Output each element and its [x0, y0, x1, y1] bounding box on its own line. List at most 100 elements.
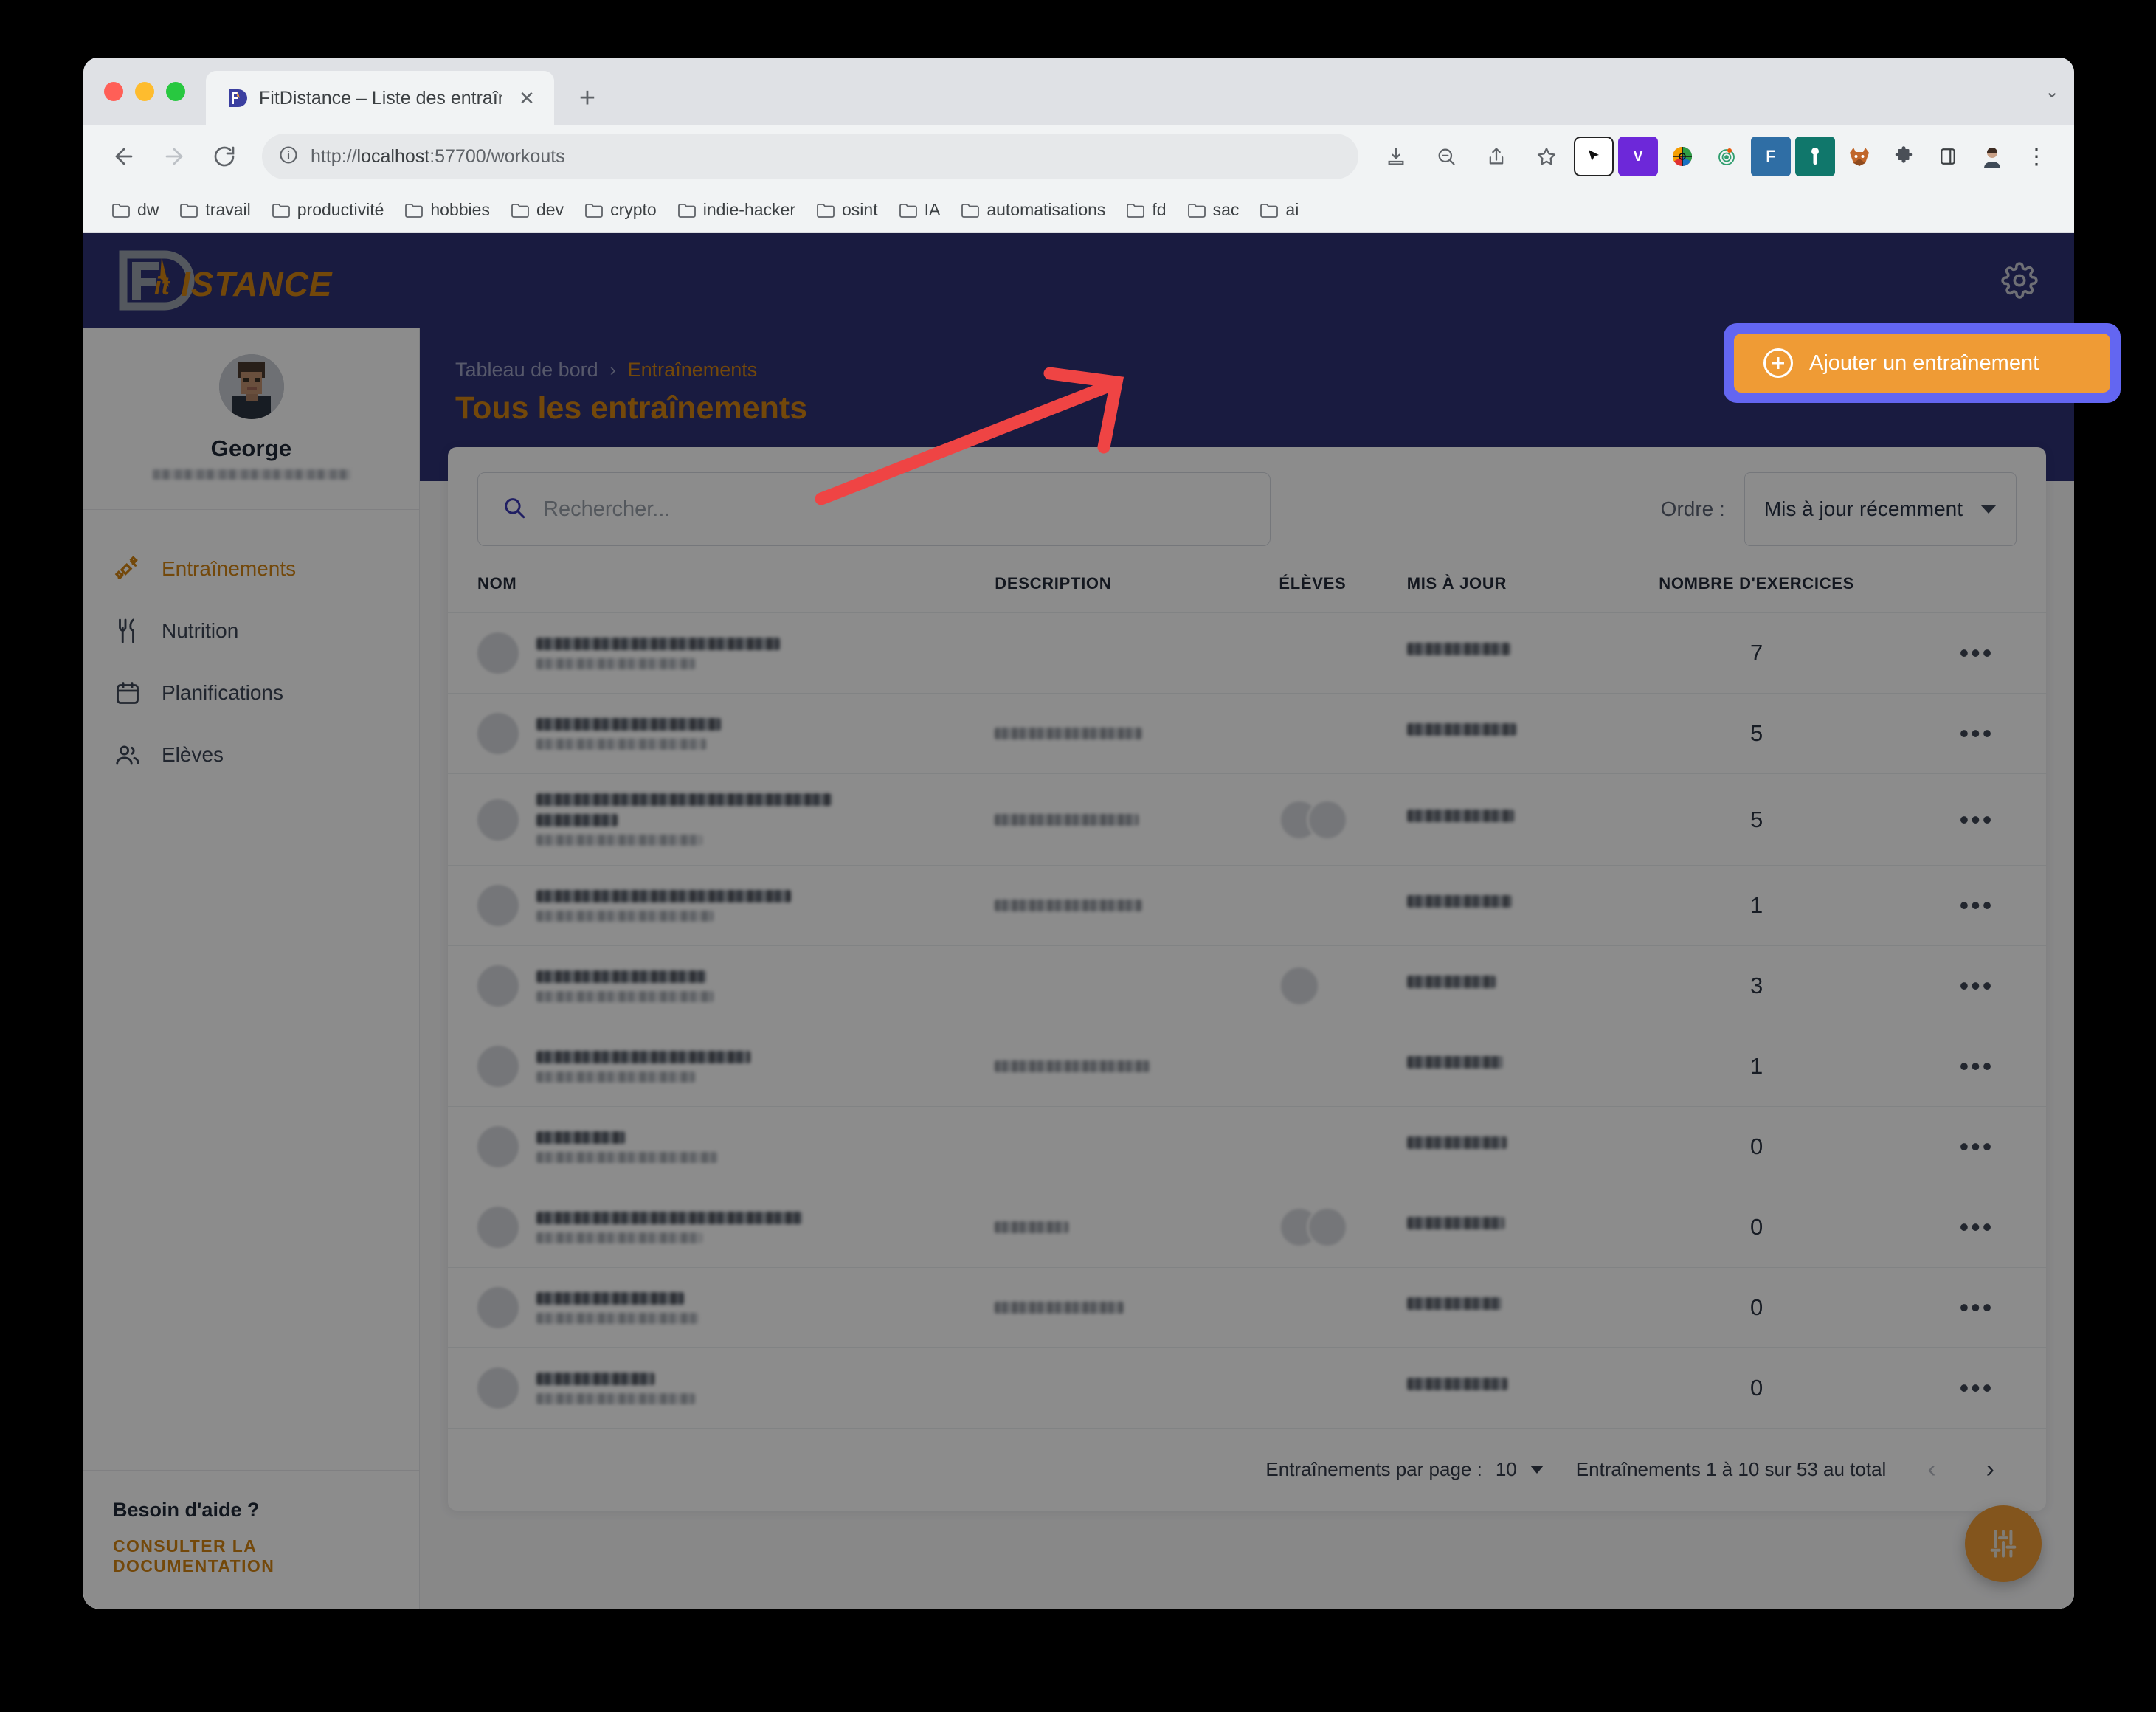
row-menu-button[interactable]: ••• — [1960, 718, 1994, 748]
row-menu-button[interactable]: ••• — [1960, 890, 1994, 920]
row-menu-button[interactable]: ••• — [1960, 1212, 1994, 1242]
bookmark-item[interactable]: hobbies — [395, 196, 499, 224]
minimize-window-button[interactable] — [135, 82, 154, 101]
cell-mis-a-jour — [1406, 945, 1606, 1026]
table-row[interactable]: 3 ••• — [448, 945, 2046, 1026]
row-menu-button[interactable]: ••• — [1960, 1292, 1994, 1322]
address-bar[interactable]: http://localhost:57700/workouts — [262, 134, 1358, 179]
site-info-icon[interactable] — [278, 145, 299, 169]
table-row[interactable]: 1 ••• — [448, 1026, 2046, 1107]
zoom-out-icon[interactable] — [1423, 134, 1469, 179]
bookmark-item[interactable]: automatisations — [952, 196, 1114, 224]
workout-name-cell — [477, 1207, 995, 1248]
search-input[interactable]: Rechercher... — [477, 472, 1271, 546]
gear-icon[interactable] — [1997, 258, 2042, 303]
table-row[interactable]: 0 ••• — [448, 1106, 2046, 1187]
next-page-button[interactable]: › — [1977, 1455, 2003, 1484]
table-row[interactable]: 7 ••• — [448, 612, 2046, 694]
profile-avatar-icon[interactable] — [1972, 137, 2012, 176]
row-menu-button[interactable]: ••• — [1960, 638, 1994, 668]
sidebar-item-nutrition[interactable]: Nutrition — [83, 600, 419, 662]
cursor-extension-icon[interactable] — [1574, 137, 1614, 176]
chrome-menu-icon[interactable]: ⋮ — [2017, 137, 2056, 176]
eleve-avatar[interactable] — [1307, 1207, 1349, 1248]
row-menu-button[interactable]: ••• — [1960, 970, 1994, 1001]
bookmark-item[interactable]: productivité — [263, 196, 393, 224]
bookmark-star-icon[interactable] — [1524, 134, 1569, 179]
chevron-down-icon[interactable]: ⌄ — [2030, 58, 2074, 125]
share-icon[interactable] — [1473, 134, 1519, 179]
back-button[interactable] — [101, 134, 147, 179]
documentation-link[interactable]: CONSULTER LA DOCUMENTATION — [113, 1536, 390, 1576]
column-header-nom[interactable]: NOM — [448, 568, 995, 613]
colorpicker-extension-icon[interactable] — [1662, 137, 1702, 176]
cell-nom — [448, 1267, 995, 1348]
svg-text:ISTANCE: ISTANCE — [181, 265, 333, 303]
bitwarden-extension-icon[interactable] — [1795, 137, 1835, 176]
bookmark-item[interactable]: dw — [103, 196, 167, 224]
table-row[interactable]: 5 ••• — [448, 773, 2046, 866]
cell-description — [995, 693, 1279, 774]
install-icon[interactable] — [1373, 134, 1419, 179]
eleve-avatar[interactable] — [1279, 965, 1321, 1007]
previous-page-button[interactable]: ‹ — [1918, 1455, 1944, 1484]
column-header-nombre-exercices[interactable]: NOMBRE D'EXERCICES — [1606, 568, 1907, 613]
puzzle-extensions-icon[interactable] — [1884, 137, 1924, 176]
bookmark-item[interactable]: ai — [1251, 196, 1307, 224]
bookmark-item[interactable]: dev — [502, 196, 573, 224]
workout-name-text — [536, 1050, 995, 1083]
sidepanel-icon[interactable] — [1928, 137, 1968, 176]
forward-button[interactable] — [151, 134, 197, 179]
bookmark-item[interactable]: IA — [890, 196, 950, 224]
fitdistance-extension-icon[interactable]: F — [1751, 137, 1791, 176]
close-window-button[interactable] — [104, 82, 123, 101]
table-row[interactable]: 0 ••• — [448, 1267, 2046, 1348]
close-tab-button[interactable]: ✕ — [514, 86, 539, 111]
bookmark-item[interactable]: crypto — [576, 196, 666, 224]
bookmark-item[interactable]: sac — [1178, 196, 1248, 224]
row-menu-button[interactable]: ••• — [1960, 804, 1994, 835]
column-header-mis-a-jour[interactable]: MIS À JOUR — [1407, 568, 1606, 613]
breadcrumb-current[interactable]: Entraînements — [628, 359, 758, 382]
breadcrumb-parent[interactable]: Tableau de bord — [455, 359, 598, 382]
table-row[interactable]: 0 ••• — [448, 1187, 2046, 1268]
firefox-relay-extension-icon[interactable] — [1839, 137, 1879, 176]
sidebar-item-entrainements[interactable]: Entraînements — [83, 538, 419, 600]
row-menu-button[interactable]: ••• — [1960, 1373, 1994, 1403]
bookmark-item[interactable]: indie-hacker — [668, 196, 804, 224]
filters-fab[interactable] — [1965, 1505, 2042, 1582]
table-row[interactable]: 0 ••• — [448, 1347, 2046, 1428]
vimium-extension-icon[interactable]: V — [1618, 137, 1658, 176]
sidebar-item-eleves[interactable]: Elèves — [83, 724, 419, 786]
new-tab-button[interactable]: + — [566, 77, 609, 120]
workout-name-text — [536, 970, 995, 1002]
bookmark-item[interactable]: fd — [1117, 196, 1175, 224]
cell-mis-a-jour — [1406, 1187, 1606, 1268]
url-scheme: http:// — [311, 145, 357, 167]
table-row[interactable]: 5 ••• — [448, 693, 2046, 774]
bookmark-item[interactable]: travail — [170, 196, 259, 224]
add-workout-button[interactable]: Ajouter un entraînement — [1734, 334, 2110, 393]
eleve-avatar-stack — [1279, 1207, 1406, 1248]
workout-avatar — [477, 713, 519, 754]
main-content: Tableau de bord › Entraînements Tous les… — [420, 328, 2074, 1609]
reload-button[interactable] — [201, 134, 247, 179]
radar-extension-icon[interactable] — [1707, 137, 1746, 176]
maximize-window-button[interactable] — [166, 82, 185, 101]
workout-name-redacted — [536, 889, 791, 902]
bookmark-item[interactable]: osint — [807, 196, 887, 224]
order-select[interactable]: Mis à jour récemment — [1744, 472, 2017, 546]
eleve-avatar[interactable] — [1307, 798, 1349, 841]
fitdistance-favicon — [225, 87, 247, 109]
fitdistance-logo[interactable]: it ISTANCE — [113, 249, 364, 312]
sidebar-item-planifications[interactable]: Planifications — [83, 662, 419, 724]
workout-description-redacted — [995, 1221, 1069, 1233]
workout-name-cell — [477, 713, 995, 754]
per-page-control[interactable]: Entraînements par page : 10 — [1265, 1458, 1544, 1481]
column-header-description[interactable]: DESCRIPTION — [995, 568, 1279, 613]
browser-tab[interactable]: FitDistance – Liste des entraîne ✕ — [206, 71, 554, 125]
table-row[interactable]: 1 ••• — [448, 865, 2046, 946]
row-menu-button[interactable]: ••• — [1960, 1051, 1994, 1081]
row-menu-button[interactable]: ••• — [1960, 1131, 1994, 1162]
column-header-eleves[interactable]: ÉLÈVES — [1279, 568, 1406, 613]
